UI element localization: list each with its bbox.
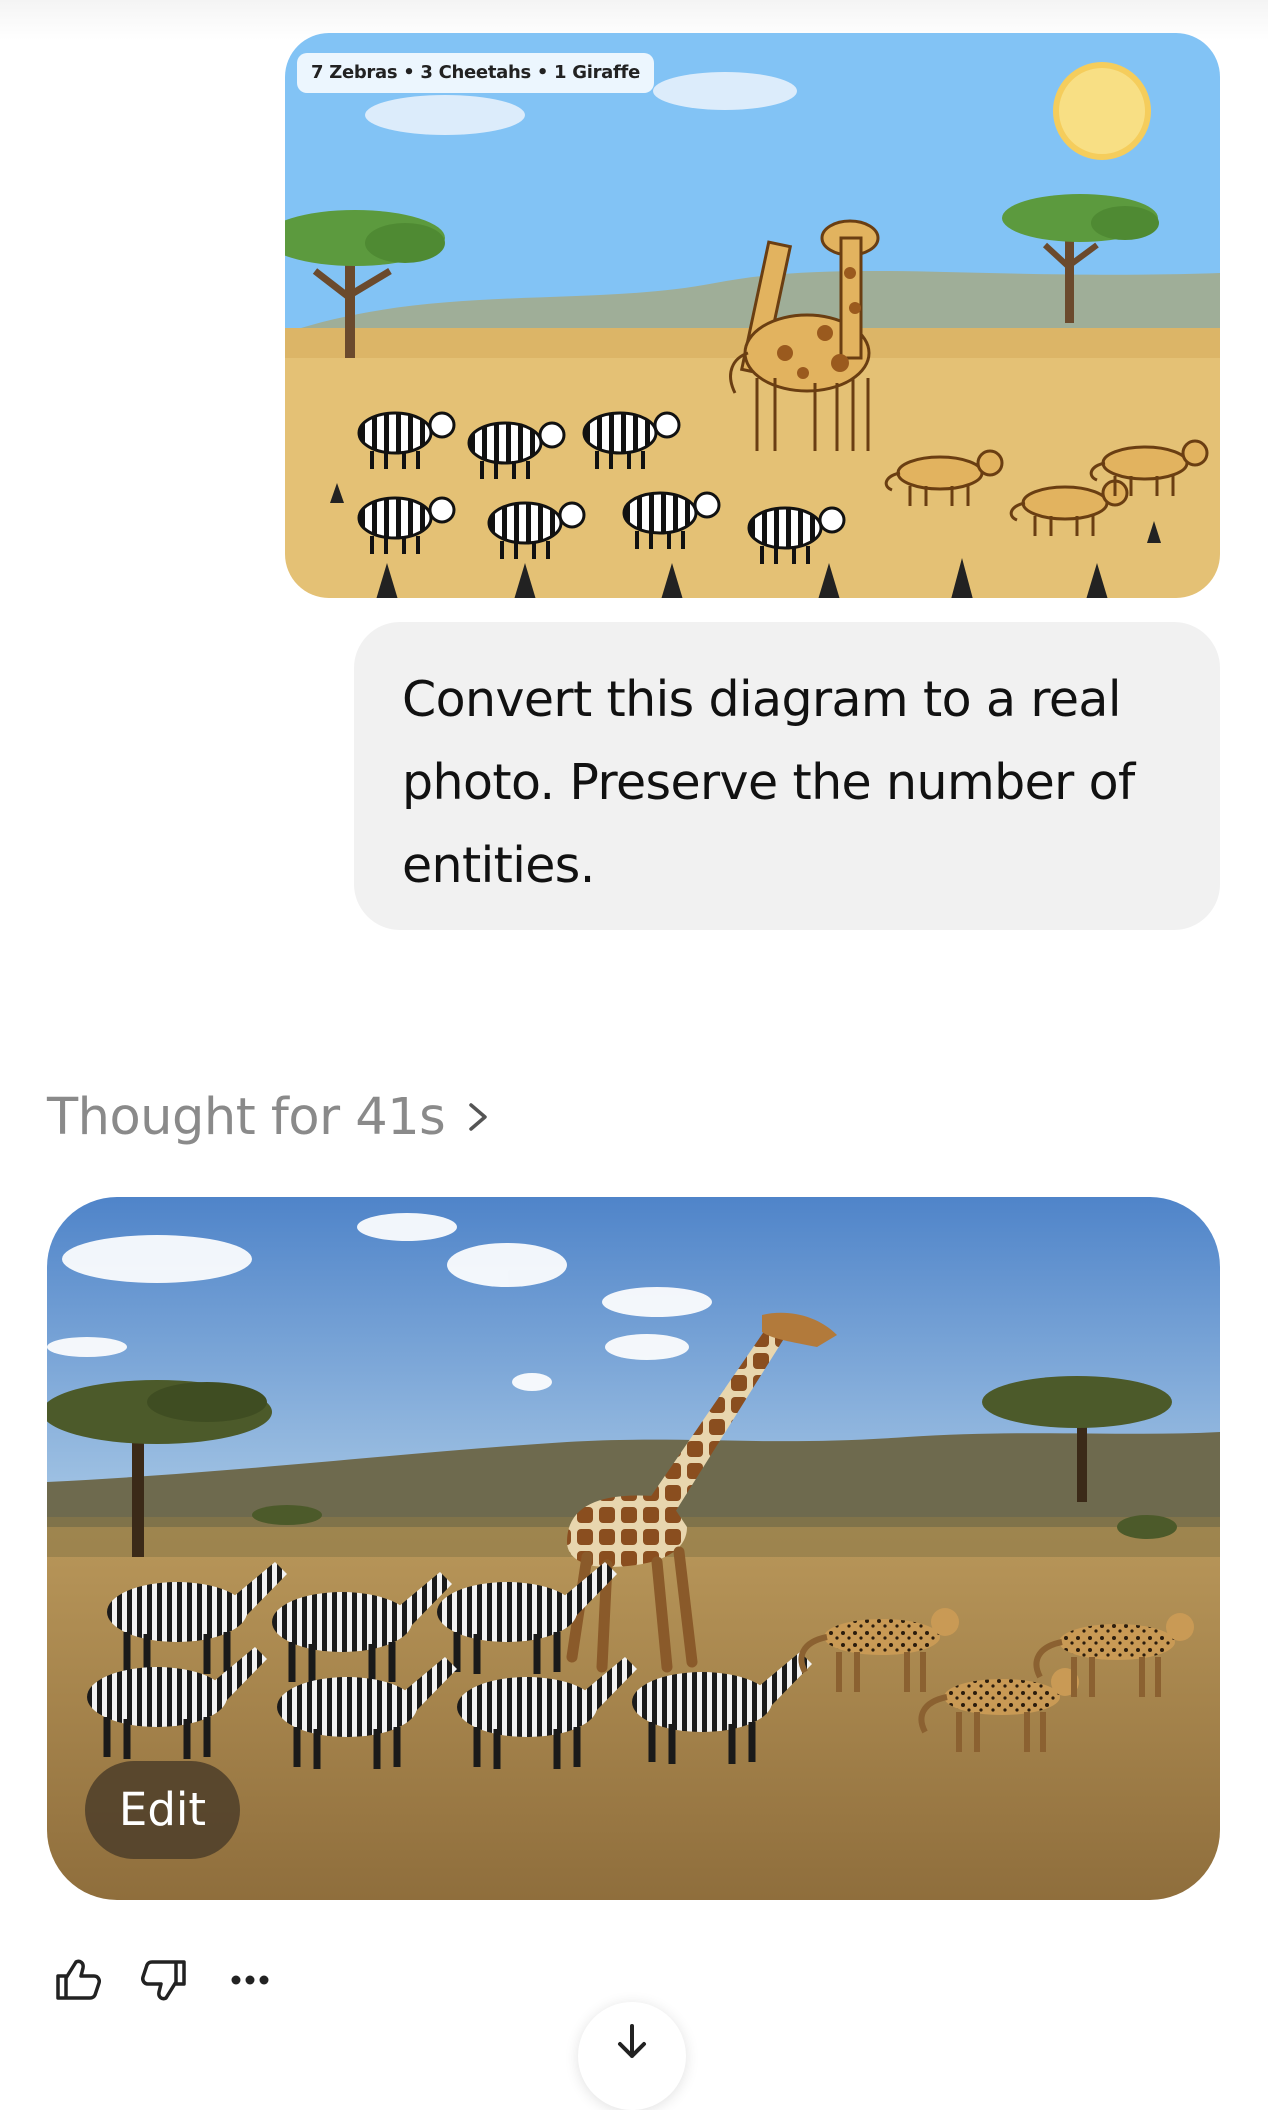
scroll-to-bottom-button[interactable] bbox=[578, 2002, 686, 2110]
thumbs-down-icon[interactable] bbox=[136, 1952, 192, 2008]
thought-label: Thought for 41s bbox=[47, 1087, 446, 1147]
diagram-illustration bbox=[285, 33, 1220, 598]
message-actions bbox=[50, 1950, 308, 2010]
user-message-text: Convert this diagram to a real photo. Pr… bbox=[402, 671, 1135, 894]
edit-image-button[interactable]: Edit bbox=[85, 1761, 240, 1859]
thought-toggle[interactable]: Thought for 41s bbox=[47, 1082, 493, 1152]
generated-photo[interactable]: Edit bbox=[47, 1197, 1220, 1900]
user-message-bubble: Convert this diagram to a real photo. Pr… bbox=[354, 622, 1220, 930]
more-icon[interactable] bbox=[222, 1952, 278, 2008]
chevron-right-icon bbox=[469, 1103, 487, 1131]
diagram-caption: 7 Zebras • 3 Cheetahs • 1 Giraffe bbox=[297, 53, 654, 93]
thumbs-up-icon[interactable] bbox=[50, 1952, 106, 2008]
arrow-down-icon bbox=[618, 2024, 646, 2058]
user-uploaded-diagram[interactable]: 7 Zebras • 3 Cheetahs • 1 Giraffe bbox=[285, 33, 1220, 598]
